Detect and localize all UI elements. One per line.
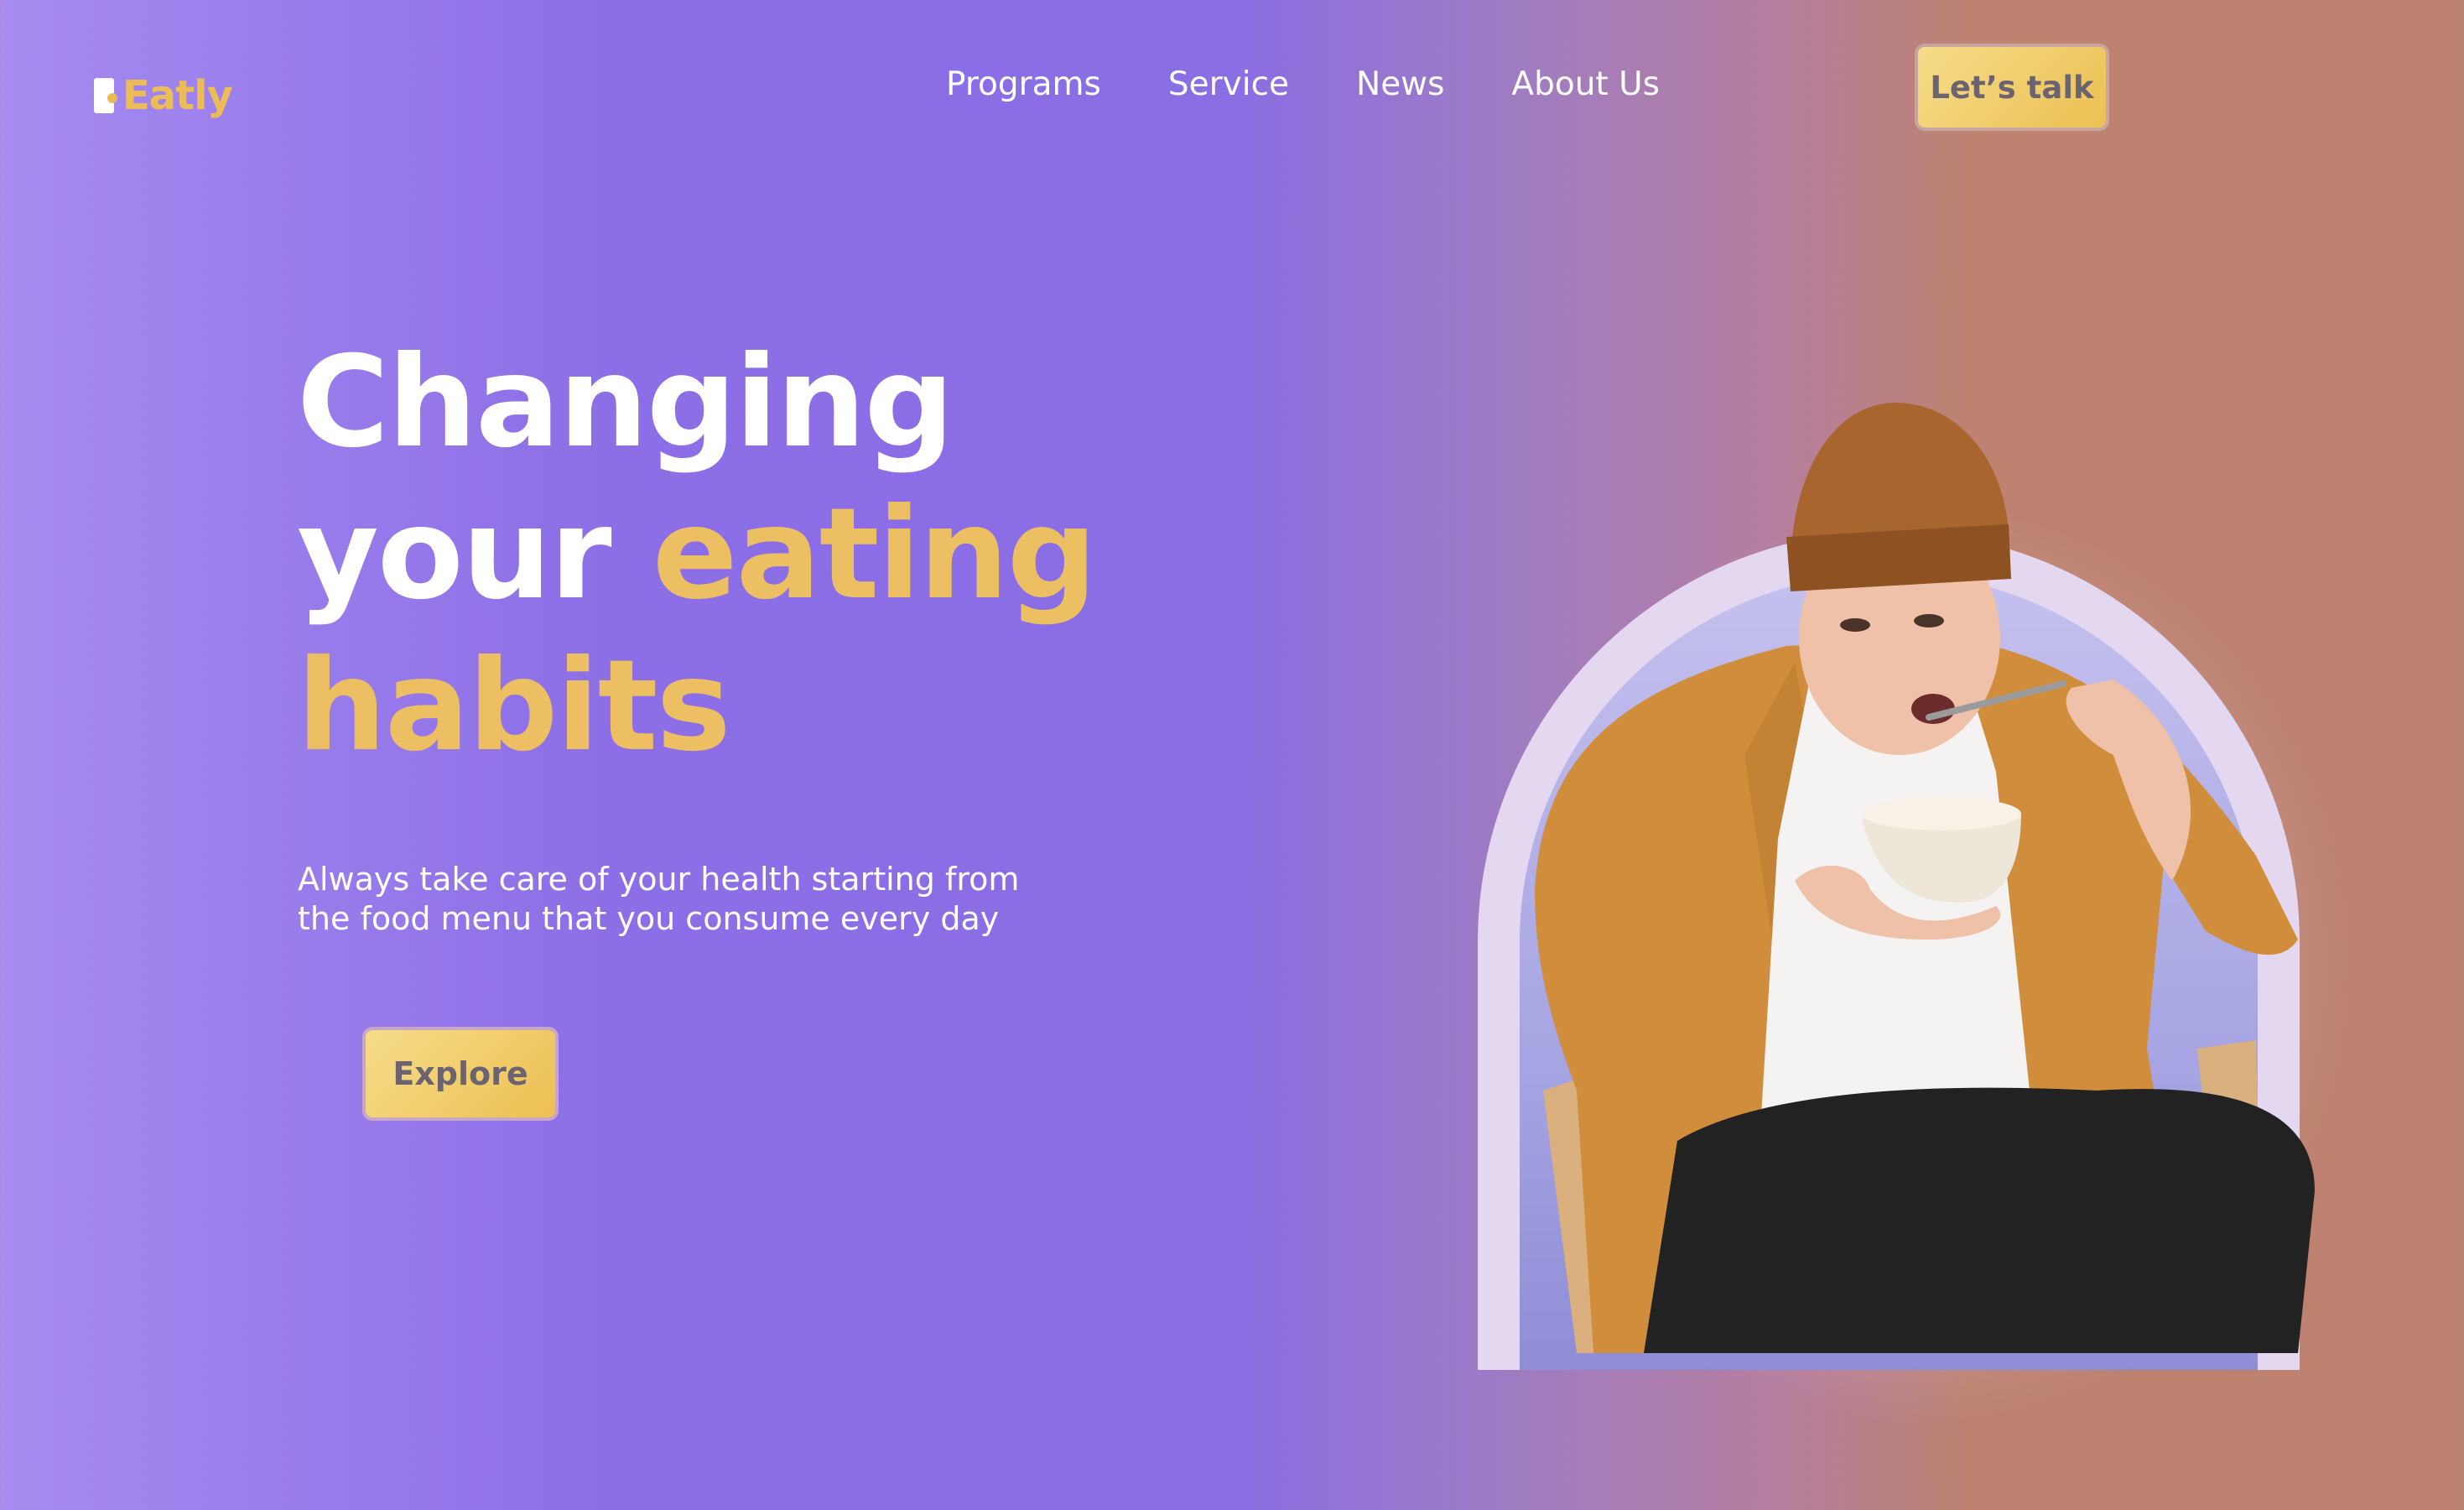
hero-person-image [1535, 403, 2315, 1353]
pants-illustration [1644, 1087, 2315, 1353]
